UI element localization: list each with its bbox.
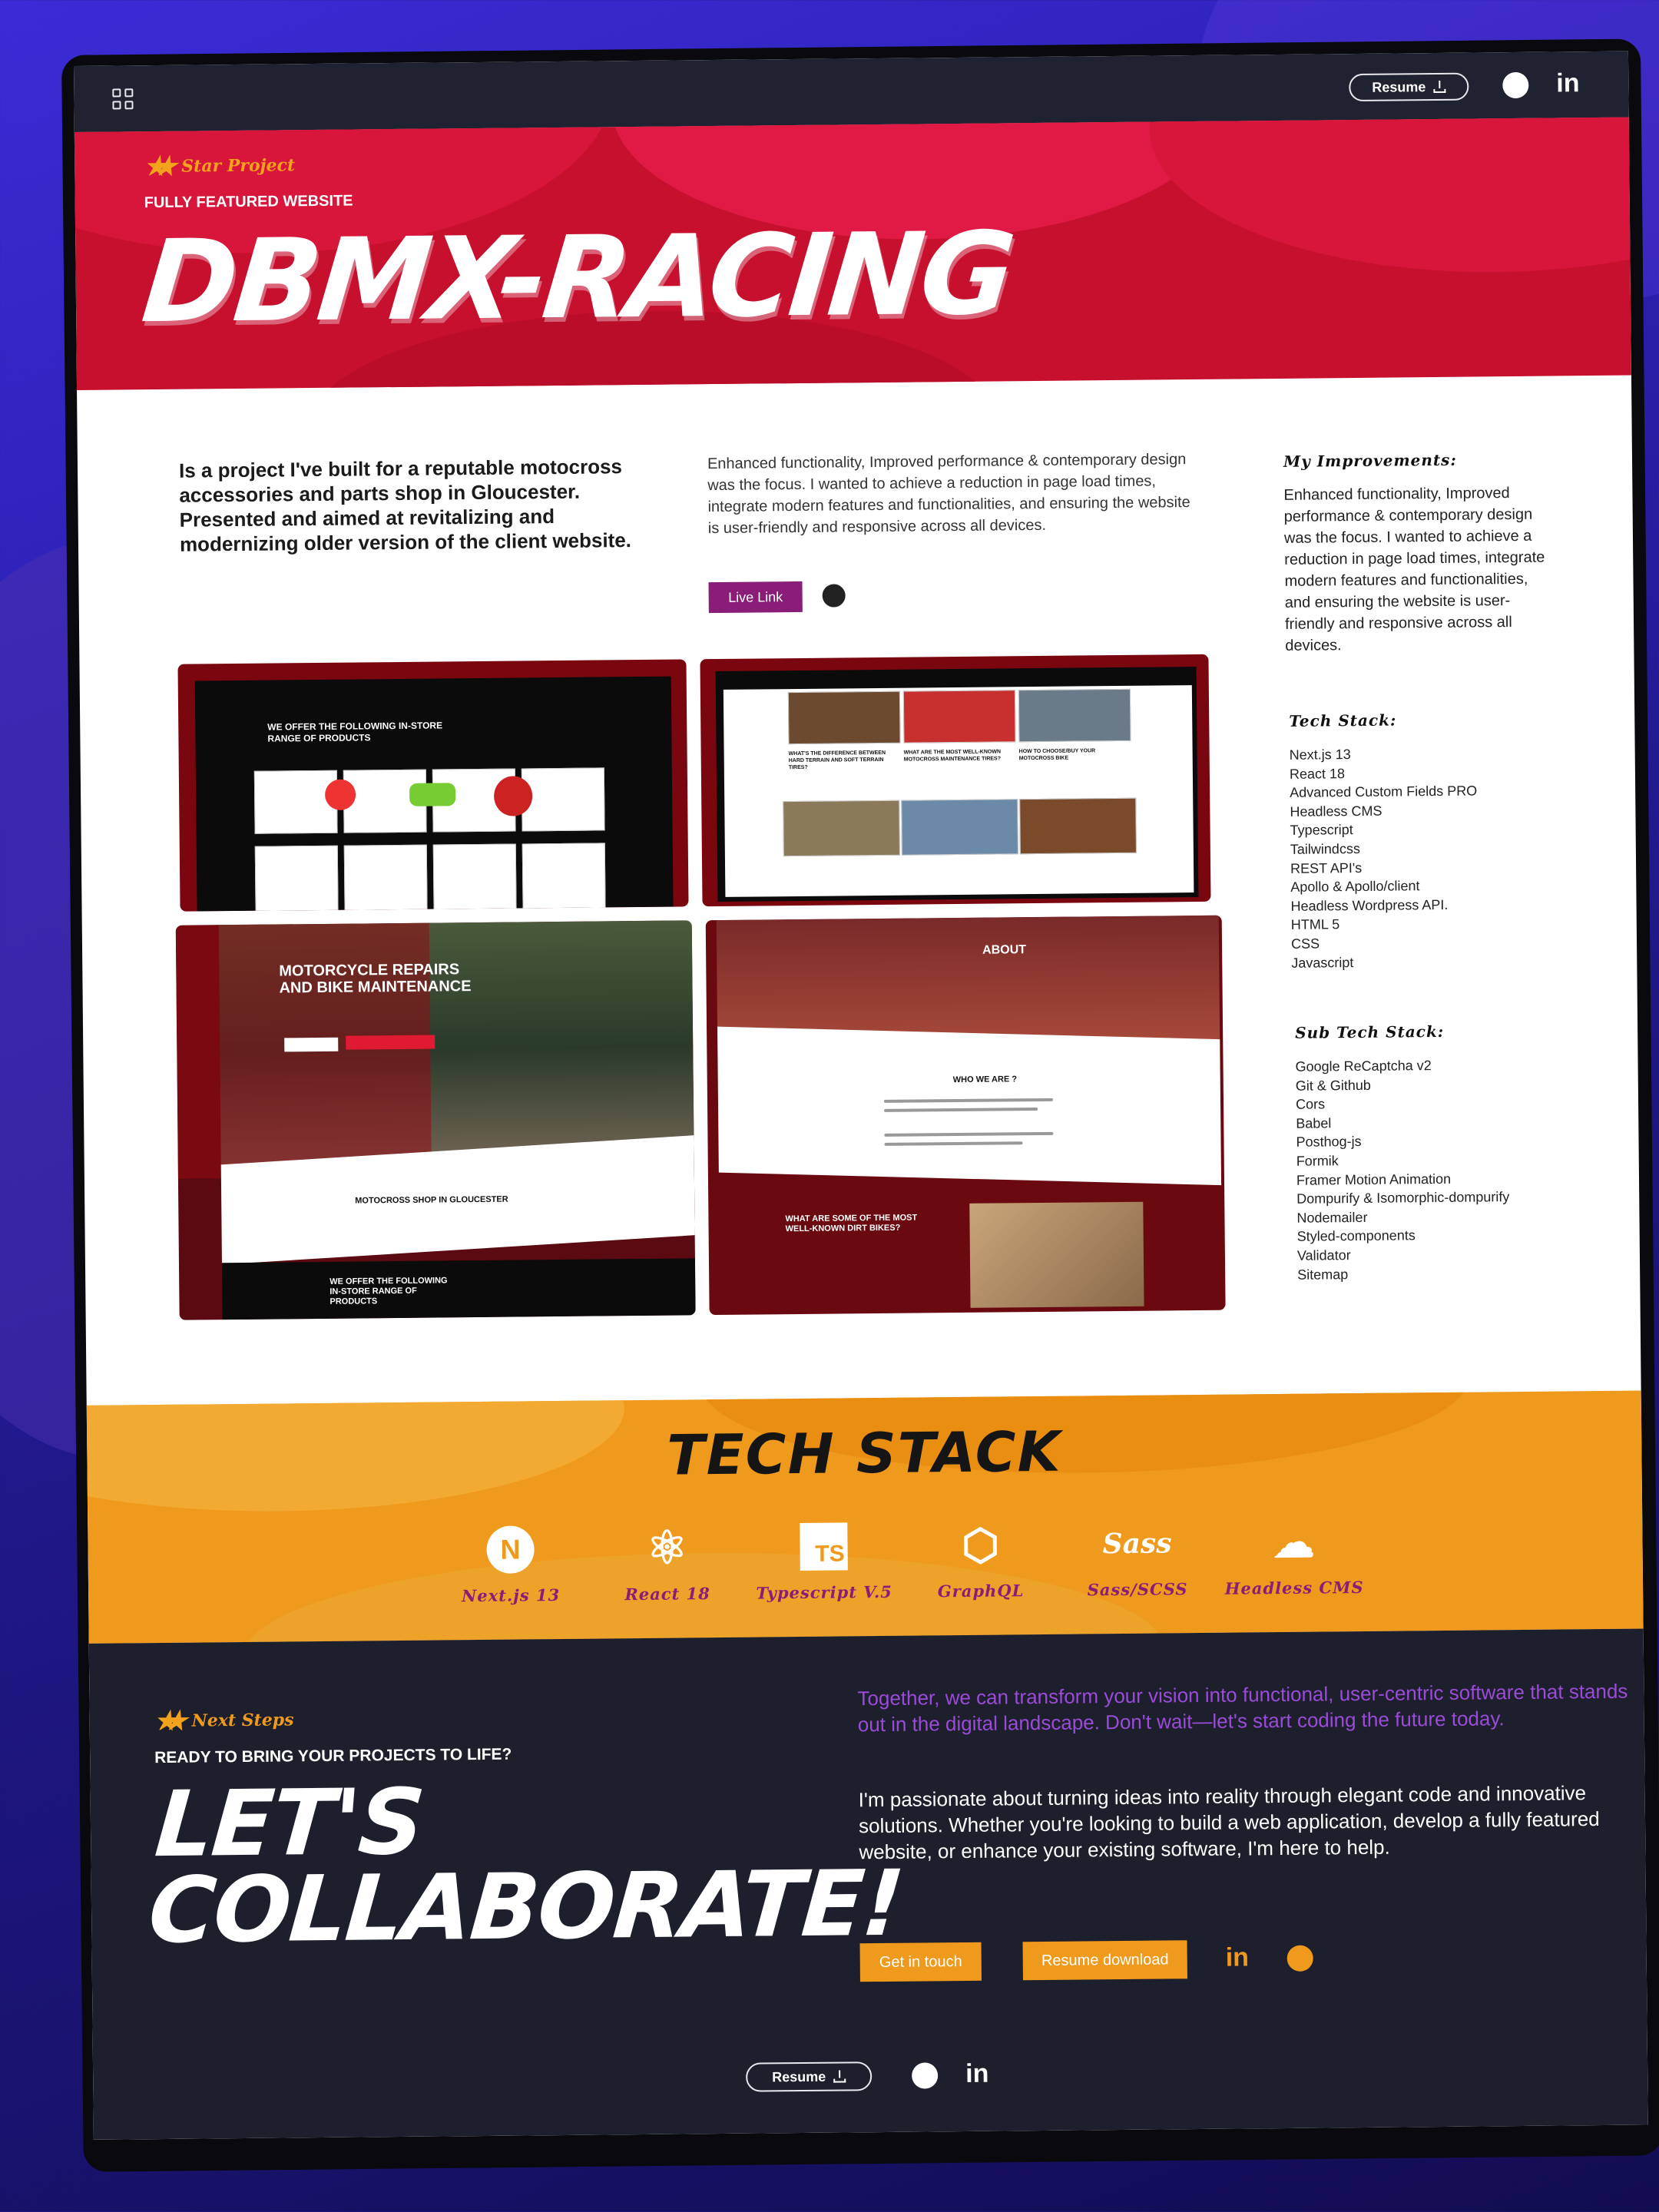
list-item: Headless Wordpress API. <box>1290 896 1449 914</box>
footer-section: ★★ Next Steps READY TO BRING YOUR PROJEC… <box>88 1628 1648 2140</box>
tech-item-nextjs: N Next.js 13 <box>433 1524 588 1606</box>
resume-download-button[interactable]: Resume download <box>1022 1940 1187 1981</box>
tech-label: Typescript V.5 <box>756 1581 892 1603</box>
list-item: Framer Motion Animation <box>1296 1171 1452 1188</box>
page-frame: Resume in ★★ Star Project FULLY FEATURED… <box>74 51 1648 2140</box>
tech-stack-list: Next.js 13 React 18 Advanced Custom Fiel… <box>1290 744 1479 972</box>
linkedin-icon[interactable]: in <box>1556 68 1580 98</box>
project-description: Enhanced functionality, Improved perform… <box>707 451 1190 538</box>
next-steps-badge: ★★ Next Steps <box>154 1704 293 1737</box>
list-item: Babel <box>1296 1115 1332 1131</box>
footer-subtitle: READY TO BRING YOUR PROJECTS TO LIFE? <box>154 1745 512 1767</box>
hero-banner: ★★ Star Project FULLY FEATURED WEBSITE D… <box>74 117 1631 390</box>
repairs-heading: MOTORCYCLE REPAIRS AND BIKE MAINTENANCE <box>279 961 472 997</box>
hero-subtitle: FULLY FEATURED WEBSITE <box>144 192 353 212</box>
improvements-text: Enhanced functionality, Improved perform… <box>1283 485 1545 654</box>
tech-stack-heading: Tech Stack: <box>1289 710 1397 730</box>
tech-item-sass: Sass Sass/SCSS <box>1060 1518 1214 1600</box>
tech-label: Sass/SCSS <box>1087 1579 1188 1600</box>
list-item: Google ReCaptcha v2 <box>1295 1058 1432 1075</box>
star-project-badge: ★★ Star Project <box>144 150 295 182</box>
resume-button[interactable]: Resume <box>1349 72 1469 102</box>
tech-item-react: ⚛ React 18 <box>590 1522 744 1604</box>
typescript-icon: TS <box>798 1521 849 1572</box>
list-item: Nodemailer <box>1296 1209 1368 1226</box>
list-item: React 18 <box>1289 765 1346 782</box>
blog-title-1: WHAT'S THE DIFFERENCE BETWEEN HARD TERRA… <box>788 750 886 771</box>
footer-title-line2: COLLABORATE! <box>144 1849 907 1964</box>
list-item: Dompurify & Isomorphic-dompurify <box>1296 1189 1510 1207</box>
blog-title-2: WHAT ARE THE MOST WELL-KNOWN MOTOCROSS M… <box>903 749 1002 763</box>
sass-icon: Sass <box>1102 1527 1172 1561</box>
github-icon[interactable] <box>1286 1945 1313 1972</box>
footer-title: LET'S COLLABORATE! <box>144 1769 912 1964</box>
who-we-are-heading: WHO WE ARE ? <box>952 1075 1018 1085</box>
sub-tech-stack-list: Google ReCaptcha v2 Git & Github Cors Ba… <box>1295 1055 1510 1284</box>
badge-label: Next Steps <box>191 1710 294 1731</box>
list-item: Posthog-js <box>1296 1134 1362 1151</box>
list-item: Typescript <box>1290 822 1353 839</box>
tech-stack-title: TECH STACK <box>666 1419 1062 1488</box>
download-icon <box>833 2070 846 2082</box>
grid-menu-icon[interactable] <box>112 88 135 111</box>
linkedin-icon[interactable]: in <box>965 2059 989 2089</box>
tech-item-graphql: ⬡ GraphQL <box>903 1519 1058 1601</box>
list-item: Tailwindcss <box>1290 840 1360 857</box>
list-item: Formik <box>1296 1153 1339 1169</box>
github-icon[interactable] <box>1502 71 1529 99</box>
cloud-database-icon: ☁ <box>1273 1519 1315 1566</box>
about-heading: ABOUT <box>982 943 1027 957</box>
project-screenshot-products[interactable]: WE OFFER THE FOLLOWING IN-STORE RANGE OF… <box>177 659 689 912</box>
dirt-bikes-heading: WHAT ARE SOME OF THE MOST WELL-KNOWN DIR… <box>785 1213 918 1234</box>
github-icon[interactable] <box>822 584 846 608</box>
list-item: Apollo & Apollo/client <box>1290 878 1420 895</box>
list-item: Validator <box>1296 1247 1351 1263</box>
tech-item-typescript: TS Typescript V.5 <box>747 1521 901 1603</box>
offer-heading: WE OFFER THE FOLLOWING IN-STORE RANGE OF… <box>329 1276 448 1306</box>
list-item: Advanced Custom Fields PRO <box>1290 783 1478 801</box>
tech-label: Next.js 13 <box>461 1585 561 1606</box>
footer-highlight-text: Together, we can transform your vision i… <box>857 1679 1628 1737</box>
linkedin-icon[interactable]: in <box>1226 1942 1250 1972</box>
shop-heading: MOTOCROSS SHOP IN GLOUCESTER <box>355 1194 508 1206</box>
list-item: CSS <box>1290 935 1320 952</box>
hero-title: DBMX-RACING <box>137 207 1018 349</box>
github-icon[interactable] <box>912 2062 939 2089</box>
screenshot-heading: WE OFFER THE FOLLOWING IN-STORE RANGE OF… <box>267 720 443 744</box>
list-item: Styled-components <box>1296 1227 1416 1245</box>
list-item: Cors <box>1295 1096 1326 1112</box>
project-intro: Is a project I've built for a reputable … <box>178 455 632 556</box>
get-in-touch-button[interactable]: Get in touch <box>859 1942 982 1982</box>
footer-body-text: I'm passionate about turning ideas into … <box>858 1781 1600 1864</box>
live-link-button[interactable]: Live Link <box>708 581 803 614</box>
tech-label: React 18 <box>624 1584 710 1604</box>
blog-title-3: HOW TO CHOOSE/BUY YOUR MOTOCROSS BIKE <box>1018 748 1096 762</box>
tech-stack-section: TECH STACK N Next.js 13 ⚛ React 18 TS Ty… <box>86 1390 1644 1644</box>
star-icon: ★★ <box>154 1705 174 1737</box>
tech-label: Headless CMS <box>1224 1577 1364 1598</box>
project-screenshot-repairs[interactable]: MOTORCYCLE REPAIRS AND BIKE MAINTENANCE … <box>175 920 696 1320</box>
project-screenshot-blog[interactable]: WHAT'S THE DIFFERENCE BETWEEN HARD TERRA… <box>700 654 1211 907</box>
list-item: Sitemap <box>1297 1266 1349 1283</box>
resume-label: Resume <box>1372 78 1426 95</box>
resume-label: Resume <box>772 2068 826 2085</box>
list-item: Javascript <box>1291 954 1354 971</box>
improvements-heading: My Improvements: <box>1283 450 1457 471</box>
react-icon: ⚛ <box>646 1522 688 1574</box>
list-item: Next.js 13 <box>1289 747 1351 763</box>
star-icon: ★★ <box>144 151 164 183</box>
list-item: HTML 5 <box>1290 916 1340 933</box>
resume-button[interactable]: Resume <box>745 2061 873 2092</box>
graphql-icon: ⬡ <box>961 1520 1000 1569</box>
badge-label: Star Project <box>181 155 296 177</box>
list-item: Headless CMS <box>1290 803 1382 820</box>
tech-label: GraphQL <box>937 1581 1025 1601</box>
list-item: REST API's <box>1290 859 1363 876</box>
project-screenshot-about[interactable]: ABOUT WHO WE ARE ? WHAT ARE SOME OF THE … <box>705 915 1226 1316</box>
nextjs-icon: N <box>485 1524 536 1575</box>
sub-tech-stack-heading: Sub Tech Stack: <box>1295 1022 1445 1042</box>
download-icon <box>1433 81 1445 93</box>
tech-item-headless-cms: ☁ Headless CMS <box>1217 1516 1371 1598</box>
list-item: Git & Github <box>1295 1077 1371 1094</box>
